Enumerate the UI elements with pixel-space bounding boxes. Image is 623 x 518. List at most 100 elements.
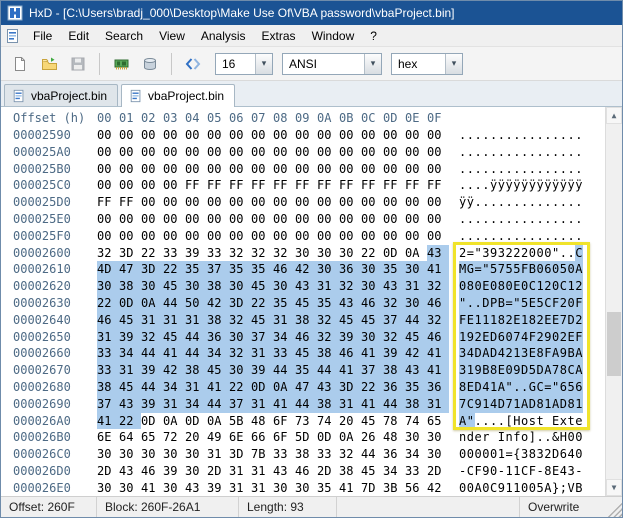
byte-cell[interactable]: 00 (141, 144, 163, 161)
byte-cell[interactable]: 35 (251, 261, 273, 279)
byte-cell[interactable]: 32 (339, 446, 361, 463)
byte-cell[interactable]: 00 (163, 161, 185, 178)
byte-cell[interactable]: 30 (97, 480, 119, 496)
byte-cell[interactable]: 34 (119, 345, 141, 363)
byte-cell[interactable]: 5B (229, 413, 251, 430)
byte-cell[interactable]: 31 (119, 362, 141, 379)
byte-cell[interactable]: 30 (361, 328, 383, 346)
byte-cell[interactable]: 41 (273, 395, 295, 413)
byte-cell[interactable]: 45 (251, 311, 273, 329)
decoded-text[interactable]: 7C914D71AD81AD81 (459, 395, 583, 413)
byte-cell[interactable]: 30 (141, 446, 163, 463)
byte-cell[interactable]: 30 (163, 480, 185, 496)
chevron-down-icon[interactable]: ▾ (445, 53, 462, 74)
scrollbar-thumb[interactable] (607, 312, 621, 376)
byte-cell[interactable]: 44 (141, 345, 163, 363)
byte-cell[interactable]: 45 (361, 413, 383, 430)
byte-cell[interactable]: 00 (229, 228, 251, 245)
byte-cell[interactable]: 44 (295, 395, 317, 413)
byte-cell[interactable]: 41 (361, 345, 383, 363)
byte-cell[interactable]: 00 (163, 211, 185, 228)
chevron-down-icon[interactable]: ▾ (364, 53, 381, 74)
byte-cell[interactable]: 30 (273, 278, 295, 295)
byte-cell[interactable]: 47 (295, 378, 317, 396)
byte-cell[interactable]: 00 (339, 144, 361, 161)
byte-cell[interactable]: 39 (119, 328, 141, 346)
byte-cell[interactable]: 00 (185, 194, 207, 211)
byte-cell[interactable]: 33 (273, 446, 295, 463)
byte-cell[interactable]: 46 (273, 261, 295, 279)
byte-cell[interactable]: 36 (383, 446, 405, 463)
byte-cell[interactable]: 00 (251, 144, 273, 161)
byte-cell[interactable]: 30 (185, 463, 207, 480)
byte-cell[interactable]: 7D (361, 480, 383, 496)
byte-cell[interactable]: 30 (185, 446, 207, 463)
byte-cell[interactable]: 32 (339, 278, 361, 295)
byte-cell[interactable]: 00 (383, 211, 405, 228)
byte-cell[interactable]: 30 (405, 261, 427, 279)
byte-cell[interactable]: 00 (207, 127, 229, 144)
byte-cell[interactable]: 37 (229, 395, 251, 413)
decoded-text[interactable]: -CF90-11CF-8E43- (459, 463, 583, 480)
byte-cell[interactable]: 00 (185, 228, 207, 245)
byte-cell[interactable]: 32 (383, 294, 405, 312)
byte-cell[interactable]: 32 (383, 328, 405, 346)
byte-cell[interactable]: 00 (207, 161, 229, 178)
byte-cell[interactable]: 46 (361, 294, 383, 312)
byte-cell[interactable]: 45 (295, 294, 317, 312)
byte-cell[interactable]: 30 (317, 245, 339, 262)
byte-cell[interactable]: 73 (295, 413, 317, 430)
byte-cell[interactable]: 00 (361, 161, 383, 178)
byte-cell[interactable]: 42 (163, 362, 185, 379)
byte-cell[interactable]: 00 (427, 194, 449, 211)
byte-cell[interactable]: 31 (317, 278, 339, 295)
byte-cell[interactable]: 31 (251, 395, 273, 413)
byte-cell[interactable]: 44 (141, 378, 163, 396)
byte-cell[interactable]: 41 (427, 345, 449, 363)
byte-cell[interactable]: 31 (251, 345, 273, 363)
byte-cell[interactable]: 41 (163, 345, 185, 363)
byte-cell[interactable]: 00 (383, 194, 405, 211)
byte-cell[interactable]: 37 (207, 261, 229, 279)
byte-cell[interactable]: 43 (273, 463, 295, 480)
byte-cell[interactable]: 42 (207, 294, 229, 312)
byte-cell[interactable]: 30 (141, 278, 163, 295)
byte-cell[interactable]: 00 (405, 211, 427, 228)
scroll-down-arrow-icon[interactable]: ▼ (606, 479, 622, 496)
byte-cell[interactable]: 37 (97, 395, 119, 413)
byte-cell[interactable]: 3D (229, 294, 251, 312)
byte-cell[interactable]: 50 (185, 294, 207, 312)
byte-cell[interactable]: 00 (383, 127, 405, 144)
byte-cell[interactable]: 43 (383, 278, 405, 295)
byte-cell[interactable]: 33 (207, 245, 229, 262)
byte-cell[interactable]: 22 (229, 378, 251, 396)
scroll-up-arrow-icon[interactable]: ▲ (606, 107, 622, 124)
decoded-text[interactable]: ................ (459, 211, 583, 228)
byte-cell[interactable]: 00 (119, 144, 141, 161)
byte-cell[interactable]: 30 (119, 480, 141, 496)
byte-cell[interactable]: 00 (163, 177, 185, 194)
byte-cell[interactable]: 0D (141, 413, 163, 430)
byte-cell[interactable]: 00 (361, 211, 383, 228)
byte-cell[interactable]: 0D (185, 413, 207, 430)
byte-cell[interactable]: 31 (163, 311, 185, 329)
byte-cell[interactable]: 41 (427, 362, 449, 379)
byte-cell[interactable]: 34 (185, 395, 207, 413)
byte-cell[interactable]: 41 (361, 395, 383, 413)
byte-cell[interactable]: 39 (141, 395, 163, 413)
decoded-text[interactable]: 319B8E09D5DA78CA (459, 362, 583, 379)
byte-cell[interactable]: 00 (427, 228, 449, 245)
byte-cell[interactable]: 46 (427, 294, 449, 312)
byte-cell[interactable]: 42 (295, 261, 317, 279)
byte-cell[interactable]: 34 (207, 345, 229, 363)
byte-cell[interactable]: FF (295, 177, 317, 194)
byte-cell[interactable]: 38 (207, 278, 229, 295)
byte-cell[interactable]: 39 (383, 345, 405, 363)
byte-cell[interactable]: 22 (251, 294, 273, 312)
byte-cell[interactable]: 32 (251, 245, 273, 262)
open-disk-button[interactable] (137, 51, 163, 77)
byte-cell[interactable]: 3D (339, 378, 361, 396)
byte-cell[interactable]: 00 (229, 211, 251, 228)
byte-cell[interactable]: 38 (295, 446, 317, 463)
byte-cell[interactable]: 00 (207, 194, 229, 211)
